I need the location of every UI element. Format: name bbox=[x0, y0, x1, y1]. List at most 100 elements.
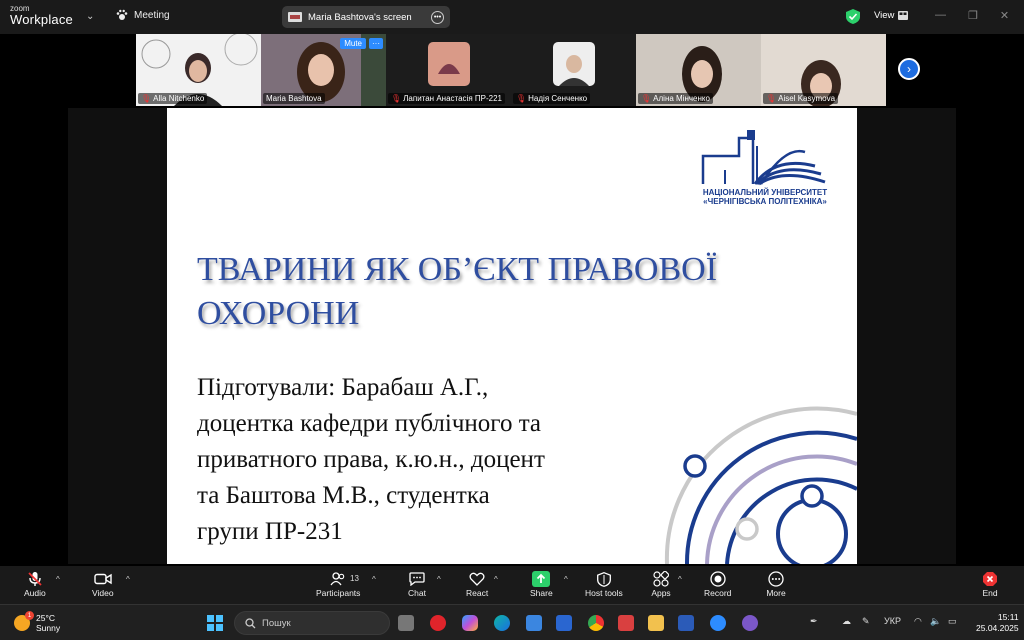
participant-tile-active[interactable]: Mute ··· Maria Bashtova bbox=[261, 34, 386, 106]
mute-button[interactable]: Mute bbox=[340, 38, 366, 49]
tray-app-icon[interactable]: ✒ bbox=[810, 616, 818, 627]
slide-body: Підготували: Барабаш А.Г., доцентка кафе… bbox=[197, 370, 657, 550]
window-controls: — ❐ ✕ bbox=[935, 9, 1009, 22]
word-icon[interactable] bbox=[678, 615, 694, 631]
copilot-icon[interactable] bbox=[462, 615, 478, 631]
participant-tile[interactable]: 🎙 Aisel Kasymova bbox=[761, 34, 886, 106]
snipping-tool-icon[interactable] bbox=[556, 615, 572, 631]
volume-icon[interactable]: 🔈 bbox=[930, 616, 941, 627]
opera-icon[interactable] bbox=[430, 615, 446, 631]
screen-thumb-icon bbox=[288, 12, 302, 22]
battery-icon[interactable]: ▭ bbox=[948, 616, 957, 627]
host-tools-label: Host tools bbox=[585, 588, 623, 598]
weather-condition: Sunny bbox=[36, 623, 61, 633]
calendar-app-icon[interactable] bbox=[618, 615, 634, 631]
screen-share-indicator[interactable]: Maria Bashtova's screen ••• bbox=[282, 6, 450, 28]
apps-icon bbox=[651, 570, 671, 588]
university-line1: НАЦІОНАЛЬНИЙ УНІВЕРСИТЕТ bbox=[702, 188, 828, 197]
chevron-down-icon[interactable]: ⌄ bbox=[86, 11, 94, 22]
slide-title-line2: ОХОРОНИ bbox=[197, 295, 360, 332]
mic-off-icon bbox=[25, 570, 45, 588]
host-tools-button[interactable]: Host tools bbox=[585, 570, 623, 598]
participant-name: 🎙 Alla Nitchenko bbox=[138, 93, 208, 104]
audio-options-caret[interactable]: ^ bbox=[56, 575, 60, 584]
temperature: 25°C bbox=[36, 613, 55, 623]
view-button[interactable]: View bbox=[874, 10, 909, 21]
chat-label: Chat bbox=[408, 588, 426, 598]
mic-off-icon: 🎙 bbox=[391, 94, 402, 103]
react-options-caret[interactable]: ^ bbox=[494, 575, 498, 584]
apps-button[interactable]: Apps bbox=[651, 570, 671, 598]
audio-label: Audio bbox=[24, 588, 46, 598]
paw-icon bbox=[116, 9, 128, 20]
participants-options-caret[interactable]: ^ bbox=[372, 575, 376, 584]
participants-label: Participants bbox=[316, 588, 361, 598]
participant-strip: 🎙 Alla Nitchenko Mute ··· Maria Bashtova … bbox=[136, 34, 888, 106]
weather-widget[interactable]: 1 25°C Sunny bbox=[14, 611, 61, 633]
file-explorer-icon[interactable] bbox=[648, 615, 664, 631]
participant-tile[interactable]: 🎙 Alla Nitchenko bbox=[136, 34, 261, 106]
heart-icon bbox=[467, 570, 487, 588]
top-bar: zoom Workplace ⌄ Meeting Maria Bashtova'… bbox=[0, 0, 1024, 34]
windows-start-icon[interactable] bbox=[207, 615, 223, 631]
record-button[interactable]: Record bbox=[704, 570, 731, 598]
chat-button[interactable]: Chat bbox=[407, 570, 427, 598]
more-button[interactable]: More bbox=[766, 570, 786, 598]
security-shield-icon[interactable] bbox=[846, 9, 860, 24]
edge-icon[interactable] bbox=[494, 615, 510, 631]
tray-expand-icon[interactable]: ☁ bbox=[842, 616, 851, 627]
share-button[interactable]: Share bbox=[530, 570, 553, 598]
mic-off-icon: 🎙 bbox=[641, 94, 652, 103]
meeting-button[interactable]: Meeting bbox=[116, 9, 170, 21]
system-clock[interactable]: 15:11 25.04.2025 bbox=[976, 612, 1019, 634]
viber-icon[interactable] bbox=[742, 615, 758, 631]
logo-line2: Workplace bbox=[10, 12, 73, 27]
video-button[interactable]: Video bbox=[92, 570, 114, 598]
participant-name: 🎙 Аліна Мінченко bbox=[638, 93, 713, 104]
shield-icon bbox=[594, 570, 614, 588]
chat-icon bbox=[407, 570, 427, 588]
view-label: View bbox=[874, 10, 895, 21]
next-page-arrow-icon[interactable]: › bbox=[898, 58, 920, 80]
participant-name: 🎙 Лапитан Анастасія ПР-221 bbox=[388, 93, 505, 104]
minimize-icon[interactable]: — bbox=[935, 9, 946, 22]
end-call-icon bbox=[980, 570, 1000, 588]
decorative-circles bbox=[664, 406, 857, 564]
participants-count: 13 bbox=[350, 574, 359, 583]
zoom-logo[interactable]: zoom Workplace bbox=[10, 5, 73, 27]
language-indicator[interactable]: УКР bbox=[884, 616, 901, 626]
search-icon bbox=[245, 617, 256, 628]
react-label: React bbox=[466, 588, 489, 598]
video-camera-icon bbox=[93, 570, 113, 588]
zoom-app-icon[interactable] bbox=[710, 615, 726, 631]
more-dots-icon bbox=[766, 570, 786, 588]
taskbar-search-input[interactable]: Пошук bbox=[234, 611, 390, 635]
participant-tile[interactable]: 🎙 Надія Сенченко bbox=[511, 34, 636, 106]
close-icon[interactable]: ✕ bbox=[1000, 9, 1009, 22]
audio-button[interactable]: Audio bbox=[24, 570, 46, 598]
apps-options-caret[interactable]: ^ bbox=[678, 575, 682, 584]
grid-icon bbox=[898, 11, 909, 20]
more-options-icon[interactable]: ••• bbox=[431, 10, 444, 24]
share-label: Share bbox=[530, 588, 553, 598]
chat-options-caret[interactable]: ^ bbox=[437, 575, 441, 584]
wifi-icon[interactable]: ◠ bbox=[914, 616, 922, 627]
end-meeting-button[interactable]: End bbox=[980, 570, 1000, 598]
tile-more-button[interactable]: ··· bbox=[369, 38, 383, 49]
maximize-icon[interactable]: ❐ bbox=[968, 9, 978, 22]
pen-icon[interactable]: ✎ bbox=[862, 616, 870, 627]
chrome-icon[interactable] bbox=[588, 615, 604, 631]
meeting-toolbar: Audio ^ Video ^ Participants 13 ^ Chat ^… bbox=[0, 566, 1024, 604]
clock-time: 15:11 bbox=[997, 612, 1019, 622]
slide-body-line: доцентка кафедри публічного та bbox=[197, 410, 542, 437]
store-icon[interactable] bbox=[526, 615, 542, 631]
react-button[interactable]: React bbox=[466, 570, 488, 598]
record-label: Record bbox=[704, 588, 732, 598]
video-options-caret[interactable]: ^ bbox=[126, 575, 130, 584]
task-view-icon[interactable] bbox=[398, 615, 414, 631]
participant-tile[interactable]: 🎙 Лапитан Анастасія ПР-221 bbox=[386, 34, 511, 106]
participant-name: 🎙 Надія Сенченко bbox=[513, 93, 591, 104]
slide-body-line: групи ПР-231 bbox=[197, 518, 343, 545]
participant-tile[interactable]: 🎙 Аліна Мінченко bbox=[636, 34, 761, 106]
share-options-caret[interactable]: ^ bbox=[564, 575, 568, 584]
